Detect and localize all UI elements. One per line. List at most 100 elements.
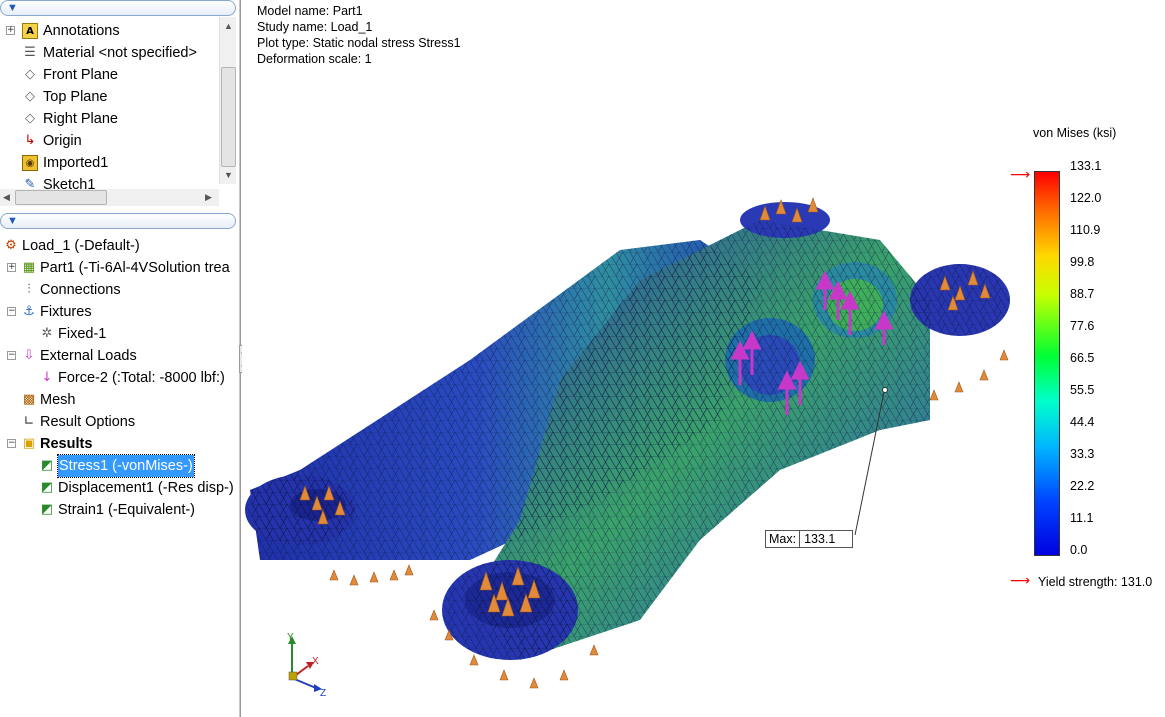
tree-item-right-plane[interactable]: ◇ Right Plane	[0, 108, 219, 130]
tree-item-force-2[interactable]: ↓ Force-2 (:Total: -8000 lbf:)	[0, 367, 236, 389]
study-tree: ⚙ Load_1 (-Default-) + ▦ Part1 (-Ti-6Al-…	[0, 235, 236, 535]
scroll-down-icon[interactable]: ▼	[224, 170, 233, 180]
feature-tree-vertical-scrollbar[interactable]: ▲ ▼	[219, 17, 236, 184]
legend-tick-label: 33.3	[1070, 447, 1095, 461]
tree-item-label: Right Plane	[43, 111, 118, 127]
scroll-right-icon[interactable]: ▶	[205, 192, 212, 203]
filter-icon: ▼	[7, 2, 18, 14]
tree-item-label: Mesh	[40, 392, 76, 408]
stress-plot-icon: ◩	[40, 458, 54, 473]
collapse-icon[interactable]: −	[7, 439, 16, 448]
scroll-thumb[interactable]	[221, 67, 236, 167]
tree-item-result-options[interactable]: ∟ Result Options	[0, 411, 236, 433]
scroll-up-icon[interactable]: ▲	[224, 21, 233, 31]
collapse-icon[interactable]: −	[7, 351, 16, 360]
tree-item-strain1[interactable]: ◩ Strain1 (-Equivalent-)	[0, 499, 236, 521]
triad-x-label: X	[312, 656, 319, 667]
tree-item-label: Annotations	[43, 23, 120, 39]
legend-tick-label: 88.7	[1070, 287, 1095, 301]
tree-item-stress1[interactable]: ◩ Stress1 (-vonMises-)	[0, 454, 236, 478]
fea-model-view[interactable]	[242, 0, 1162, 717]
triad-z-label: Z	[320, 688, 326, 698]
tree-item-label: External Loads	[40, 348, 137, 364]
axis-triad: Y X Z	[287, 632, 326, 698]
model-name: Model name: Part1	[257, 4, 363, 18]
feature-tree-horizontal-scrollbar[interactable]: ◀ ▶	[0, 189, 219, 206]
force-icon: ↓	[41, 370, 53, 385]
result-options-icon: ∟	[23, 414, 35, 429]
tree-item-imported1[interactable]: ◉ Imported1	[0, 152, 219, 174]
tree-item-external-loads[interactable]: − ⇩ External Loads	[0, 345, 236, 367]
origin-icon: ↳	[24, 133, 36, 148]
plane-icon: ◇	[25, 111, 35, 126]
results-folder-icon: ▣	[22, 436, 36, 451]
annotations-icon: A	[22, 23, 38, 39]
yield-marker-arrow-icon: ⟶	[1010, 573, 1031, 589]
expand-icon[interactable]: +	[7, 263, 16, 272]
study-tree-filter[interactable]: ▼	[0, 213, 236, 229]
material-icon: ☰	[24, 45, 36, 60]
tree-item-study[interactable]: ⚙ Load_1 (-Default-)	[0, 235, 236, 257]
tree-item-displacement1[interactable]: ◩ Displacement1 (-Res disp-)	[0, 477, 236, 499]
filter-icon: ▼	[7, 215, 18, 227]
tree-item-connections[interactable]: ⫶ Connections	[0, 279, 236, 301]
tree-item-sketch1[interactable]: ✎ Sketch1	[0, 174, 219, 189]
tree-item-label: Stress1 (-vonMises-)	[57, 454, 195, 478]
connections-icon: ⫶	[27, 282, 31, 297]
tree-item-label: Fixed-1	[58, 326, 107, 342]
tree-item-annotations[interactable]: + A Annotations	[0, 20, 219, 42]
plane-icon: ◇	[25, 89, 35, 104]
tree-item-label: Force-2 (:Total: -8000 lbf:)	[58, 370, 225, 386]
tree-item-material[interactable]: ☰ Material <not specified>	[0, 42, 219, 64]
tree-item-label: Result Options	[40, 414, 136, 430]
tree-item-mesh[interactable]: ▩ Mesh	[0, 389, 236, 411]
legend-tick-label: 44.4	[1070, 415, 1095, 429]
max-probe-label[interactable]: Max: 133.1	[765, 530, 854, 548]
scroll-left-icon[interactable]: ◀	[3, 192, 10, 203]
tree-item-fixtures[interactable]: − ⚓ Fixtures	[0, 301, 236, 323]
tree-item-part1[interactable]: + ▦ Part1 (-Ti-6Al-4VSolution trea	[0, 257, 236, 279]
legend-tick-label: 122.0	[1070, 191, 1102, 205]
legend-tick-label: 66.5	[1070, 351, 1095, 365]
tree-item-label: Load_1 (-Default-)	[22, 238, 140, 254]
tree-item-label: Imported1	[43, 155, 109, 171]
max-point-marker	[882, 387, 888, 393]
yield-strength-label: Yield strength: 131.0	[1038, 575, 1153, 589]
imported-body-icon: ◉	[22, 155, 38, 171]
tree-item-front-plane[interactable]: ◇ Front Plane	[0, 64, 219, 86]
tree-item-label: Part1 (-Ti-6Al-4VSolution trea	[40, 260, 230, 276]
tree-item-label: Connections	[40, 282, 121, 298]
triad-y-label: Y	[287, 632, 294, 643]
probe-value: 133.1	[804, 532, 836, 546]
plot-type: Plot type: Static nodal stress Stress1	[257, 36, 461, 50]
study-icon: ⚙	[5, 238, 17, 253]
external-loads-icon: ⇩	[23, 348, 35, 363]
tree-item-top-plane[interactable]: ◇ Top Plane	[0, 86, 219, 108]
expand-icon[interactable]: +	[6, 26, 15, 35]
legend-tick-label: 99.8	[1070, 255, 1095, 269]
legend-title: von Mises (ksi)	[1033, 126, 1117, 140]
tree-item-results[interactable]: − ▣ Results	[0, 433, 236, 455]
deformation-scale: Deformation scale: 1	[257, 52, 372, 66]
tree-item-label: Top Plane	[43, 89, 108, 105]
study-name: Study name: Load_1	[257, 20, 373, 34]
collapse-icon[interactable]: −	[7, 307, 16, 316]
tree-item-label: Sketch1	[43, 177, 96, 189]
stress-colorbar[interactable]	[1034, 171, 1060, 556]
plane-icon: ◇	[25, 67, 35, 82]
tree-item-label: Origin	[43, 133, 82, 149]
part-mesh-icon: ▦	[22, 260, 36, 275]
strain-plot-icon: ◩	[40, 502, 54, 517]
sketch-icon: ✎	[24, 177, 36, 189]
tree-item-origin[interactable]: ↳ Origin	[0, 130, 219, 152]
probe-key: Max:	[766, 531, 801, 547]
legend-tick-label: 11.1	[1070, 511, 1094, 525]
legend-tick-label: 55.5	[1070, 383, 1095, 397]
displacement-plot-icon: ◩	[40, 480, 54, 495]
tree-item-label: Results	[40, 436, 93, 452]
tree-item-fixed-1[interactable]: ✲ Fixed-1	[0, 323, 236, 345]
tree-item-label: Fixtures	[40, 304, 92, 320]
feature-tree: + A Annotations ☰ Material <not specifie…	[0, 17, 236, 189]
scroll-thumb[interactable]	[15, 190, 107, 205]
feature-tree-filter[interactable]: ▼	[0, 0, 236, 16]
